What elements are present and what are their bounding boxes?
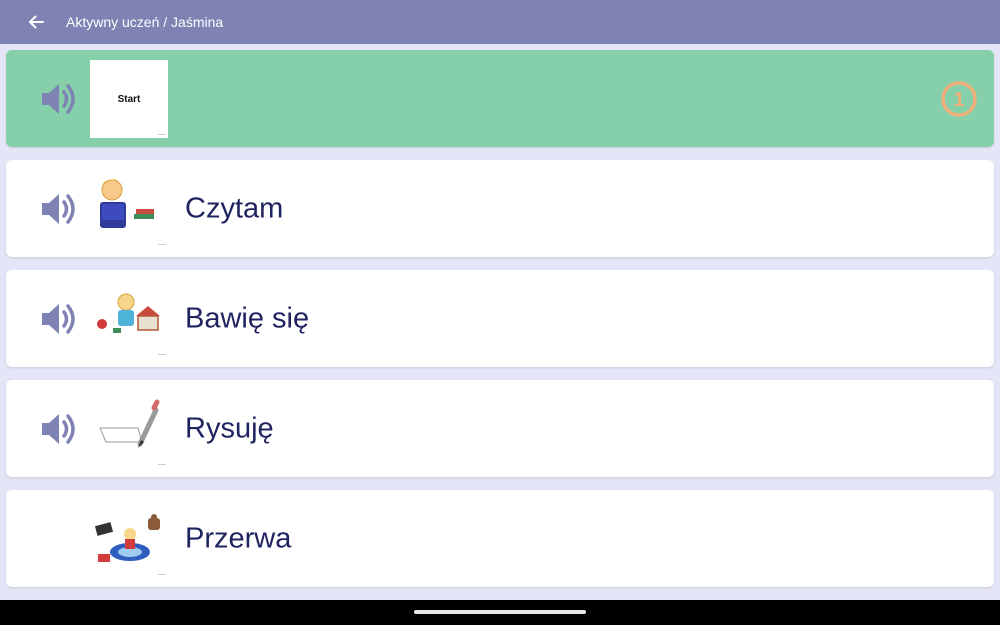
activity-label: Czytam: [185, 192, 284, 224]
step-number-badge: 1: [941, 80, 977, 117]
activity-row-bawie-sie[interactable]: Bawię się: [6, 270, 994, 367]
activity-label: Rysuję: [185, 412, 274, 444]
activity-row-start[interactable]: Start 1: [6, 50, 994, 147]
activity-row-przerwa[interactable]: Przerwa: [6, 490, 994, 587]
speaker-icon[interactable]: [38, 189, 78, 229]
page-title: Aktywny uczeń / Jaśmina: [66, 14, 224, 30]
navigation-bar: [0, 600, 1000, 625]
speaker-icon[interactable]: [38, 299, 78, 339]
activity-row-czytam[interactable]: Czytam: [6, 160, 994, 257]
speaker-icon[interactable]: [38, 409, 78, 449]
arrow-left-icon: [29, 15, 44, 29]
reading-child-icon: [90, 170, 168, 248]
drawing-pencil-icon: [90, 390, 168, 468]
activity-row-rysuje[interactable]: Rysuję: [6, 380, 994, 477]
svg-text:1: 1: [953, 89, 964, 111]
activity-list: Start 1 Czytam Bawię się Rysuję Przerwa: [6, 50, 994, 600]
activity-image-start: Start: [90, 60, 168, 138]
app-bar: Aktywny uczeń / Jaśmina: [0, 0, 1000, 44]
playing-child-icon: [90, 280, 168, 358]
activity-label: Bawię się: [185, 302, 310, 334]
activity-label: Przerwa: [185, 522, 292, 554]
back-button[interactable]: [22, 8, 50, 36]
break-toys-icon: [90, 500, 168, 578]
speaker-icon[interactable]: [38, 79, 78, 119]
home-indicator[interactable]: [414, 610, 586, 614]
start-card-text: Start: [117, 93, 141, 105]
